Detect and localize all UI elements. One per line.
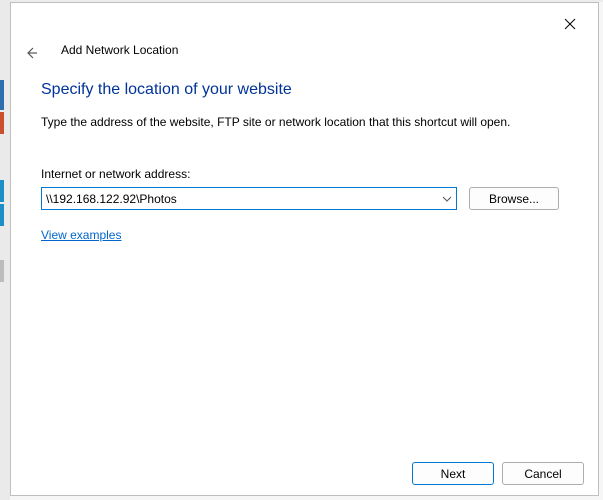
window-title: Add Network Location — [61, 43, 178, 57]
arrow-left-icon — [23, 45, 39, 61]
address-label: Internet or network address: — [41, 167, 568, 181]
page-description: Type the address of the website, FTP sit… — [41, 115, 568, 129]
background-left-edge — [0, 0, 10, 500]
view-examples-link[interactable]: View examples — [41, 228, 121, 242]
close-icon — [564, 18, 576, 30]
address-input[interactable] — [42, 188, 438, 209]
address-dropdown-button[interactable] — [438, 188, 456, 209]
wizard-window: Add Network Location Specify the locatio… — [10, 2, 599, 496]
address-combobox[interactable] — [41, 187, 457, 210]
back-button[interactable] — [21, 43, 41, 63]
browse-button[interactable]: Browse... — [469, 187, 559, 210]
content-area: Specify the location of your website Typ… — [41, 81, 568, 242]
cancel-button[interactable]: Cancel — [502, 462, 584, 485]
title-bar: Add Network Location — [11, 3, 598, 61]
close-button[interactable] — [548, 9, 592, 39]
page-heading: Specify the location of your website — [41, 81, 568, 99]
footer-buttons: Next Cancel — [412, 462, 584, 485]
chevron-down-icon — [442, 196, 452, 202]
next-button[interactable]: Next — [412, 462, 494, 485]
